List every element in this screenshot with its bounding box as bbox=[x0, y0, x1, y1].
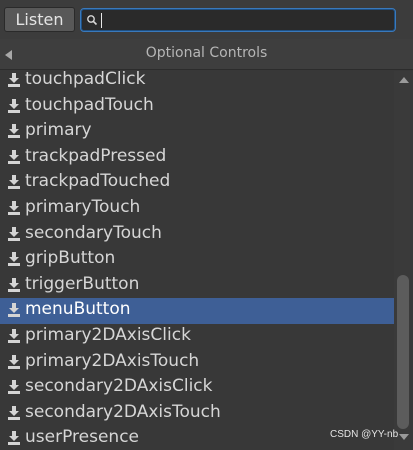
download-icon bbox=[8, 149, 20, 164]
download-icon bbox=[8, 303, 20, 318]
download-icon bbox=[8, 73, 20, 87]
download-icon bbox=[8, 226, 20, 241]
list-item-label: primaryTouch bbox=[25, 196, 141, 217]
toolbar: Listen bbox=[0, 0, 413, 39]
download-icon bbox=[8, 98, 20, 113]
list-item-label: userPresence bbox=[25, 427, 140, 448]
download-icon bbox=[8, 277, 20, 292]
list-item-label: primary2DAxisTouch bbox=[25, 350, 200, 371]
list-item[interactable]: primary2DAxisClick bbox=[0, 324, 394, 350]
list-item-label: trackpadPressed bbox=[25, 145, 167, 166]
listen-button[interactable]: Listen bbox=[4, 7, 75, 32]
search-icon bbox=[87, 15, 98, 26]
list-item[interactable]: trackpadTouched bbox=[0, 170, 394, 196]
list-item-label: secondary2DAxisClick bbox=[25, 376, 213, 397]
list-item[interactable]: primary2DAxisTouch bbox=[0, 350, 394, 376]
list-item-label: touchpadTouch bbox=[25, 94, 154, 115]
download-icon bbox=[8, 175, 20, 190]
download-icon bbox=[8, 200, 20, 215]
scroll-thumb[interactable] bbox=[397, 275, 409, 429]
list-item-label: primary bbox=[25, 120, 92, 141]
scroll-up-icon[interactable] bbox=[399, 77, 409, 83]
list-item[interactable]: secondary2DAxisClick bbox=[0, 375, 394, 401]
list-item[interactable]: touchpadTouch bbox=[0, 94, 394, 120]
download-icon bbox=[8, 431, 20, 446]
scroll-down-icon[interactable] bbox=[399, 434, 409, 440]
list-item-label: gripButton bbox=[25, 248, 116, 269]
download-icon bbox=[8, 380, 20, 395]
download-icon bbox=[8, 252, 20, 267]
text-caret bbox=[101, 13, 102, 28]
list-item[interactable]: secondaryTouch bbox=[0, 222, 394, 248]
list-item-label: menuButton bbox=[25, 299, 131, 320]
download-icon bbox=[8, 354, 20, 369]
list-item-label: primary2DAxisClick bbox=[25, 324, 191, 345]
list-item-label: secondary2DAxisTouch bbox=[25, 401, 221, 422]
vertical-scrollbar[interactable] bbox=[394, 71, 413, 450]
list-item[interactable]: secondary2DAxisTouch bbox=[0, 401, 394, 427]
list-item[interactable]: touchpadClick bbox=[0, 71, 394, 94]
download-icon bbox=[8, 405, 20, 420]
download-icon bbox=[8, 124, 20, 139]
category-header: Optional Controls bbox=[0, 39, 413, 70]
list-item[interactable]: primary bbox=[0, 119, 394, 145]
download-icon bbox=[8, 328, 20, 343]
search-input[interactable] bbox=[80, 8, 396, 32]
list-item[interactable]: menuButton bbox=[0, 298, 394, 324]
page-title: Optional Controls bbox=[145, 45, 268, 61]
list-item[interactable]: trackpadPressed bbox=[0, 145, 394, 171]
list-item-label: triggerButton bbox=[25, 273, 140, 294]
list-item[interactable]: gripButton bbox=[0, 247, 394, 273]
watermark: CSDN @YY-nb bbox=[330, 429, 399, 440]
list-item-label: secondaryTouch bbox=[25, 222, 162, 243]
list-item[interactable]: primaryTouch bbox=[0, 196, 394, 222]
list-item-label: trackpadTouched bbox=[25, 171, 171, 192]
list-item-label: touchpadClick bbox=[25, 71, 146, 89]
control-list: touchpadClick touchpadTouch primary trackpa… bbox=[0, 71, 394, 450]
list-item[interactable]: triggerButton bbox=[0, 273, 394, 299]
